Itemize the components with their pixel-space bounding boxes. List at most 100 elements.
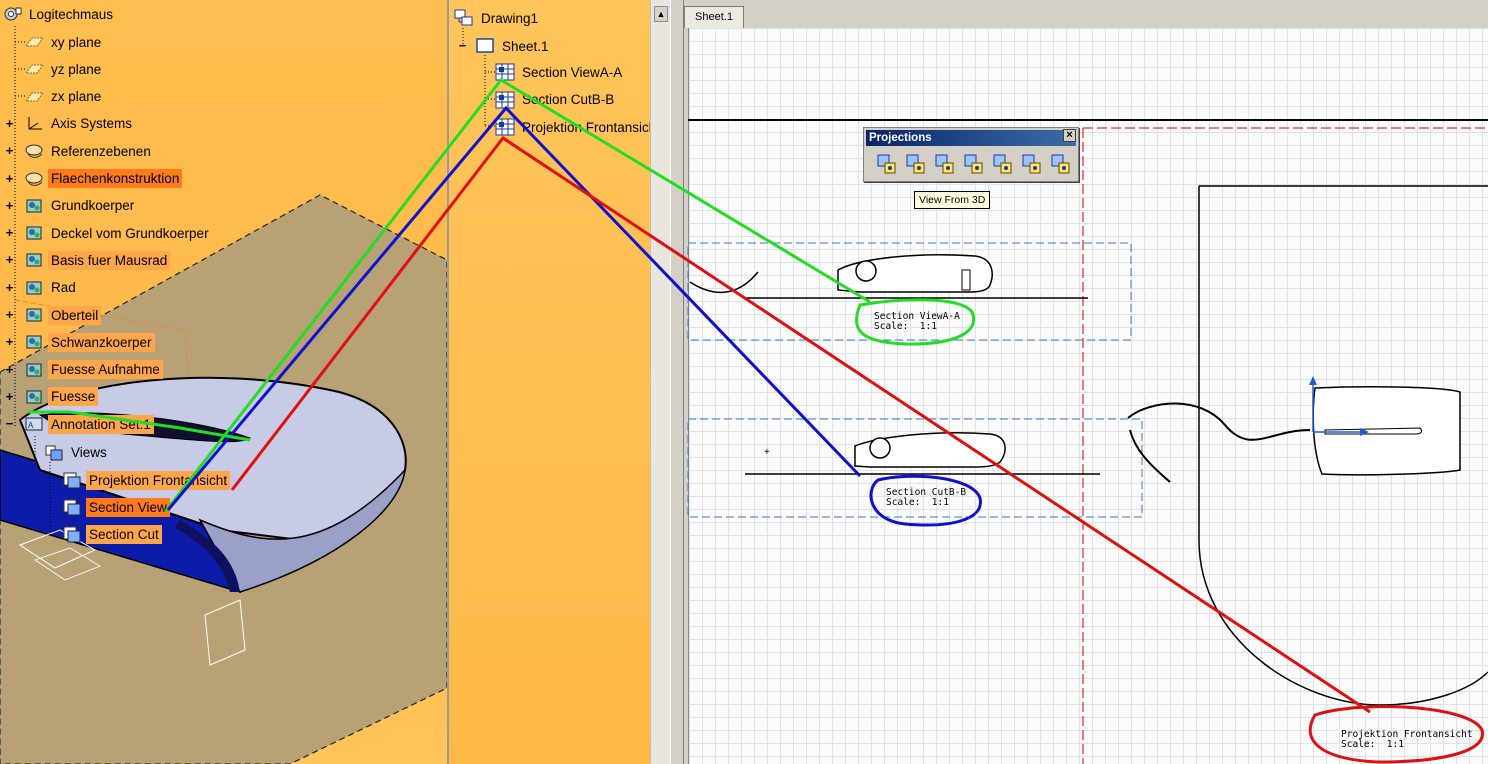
tree-node-grundkoerper[interactable]: Grundkoerper — [24, 195, 137, 217]
tree-view-section-cut[interactable]: Section Cut — [62, 523, 162, 545]
tree-node-basis-fuer-mausrad[interactable]: Basis fuer Mausrad — [24, 249, 171, 271]
view-icon — [62, 498, 82, 516]
tree-expander-toggle[interactable]: + — [4, 308, 15, 321]
tree-expander-toggle[interactable]: + — [4, 281, 15, 294]
view-from-3d-icon[interactable] — [934, 152, 956, 176]
tree-node-label: Schwanzkoerper — [48, 332, 155, 352]
drawing-sheet-node[interactable]: Sheet.1 — [475, 35, 552, 57]
tree-node-fuesse[interactable]: Fuesse — [24, 386, 99, 408]
tree-expander-toggle[interactable]: + — [4, 144, 15, 157]
tree-expander-toggle[interactable]: + — [4, 363, 15, 376]
projections-toolbar[interactable]: Projections × — [863, 127, 1079, 182]
tree-node-label: Annotation Set.1 — [48, 414, 154, 434]
tree-scrollbar[interactable]: ▲ — [650, 0, 670, 764]
tree-node-label: Basis fuer Mausrad — [48, 250, 171, 270]
3d-viewport[interactable]: Logitechmaus xy plane yz plane zx plane + Ax… — [0, 0, 447, 764]
tree-node-label: Rad — [51, 280, 76, 296]
front-view-icon[interactable] — [876, 152, 898, 176]
sheet-collapse-toggle[interactable]: − — [457, 39, 468, 52]
tree-view-label: Section View — [86, 497, 170, 517]
gear-part-icon — [2, 5, 22, 23]
axis-icon — [24, 115, 44, 133]
tree-node-label: Flaechenkonstruktion — [48, 169, 183, 188]
isometric-view-icon[interactable] — [1021, 152, 1043, 176]
tree-node-label: Fuesse — [48, 387, 99, 407]
tree-node-flaechenkonstruktion[interactable]: Flaechenkonstruktion — [24, 168, 183, 190]
tree-node-axis-systems[interactable]: Axis Systems — [24, 113, 135, 135]
geoset-icon — [24, 142, 44, 160]
unfolded-view-icon[interactable] — [905, 152, 927, 176]
tree-node-referenzebenen[interactable]: Referenzebenen — [24, 140, 154, 162]
tree-node-deckel-vom-grundkoerper[interactable]: Deckel vom Grundkoerper — [24, 222, 212, 244]
drawing-view-icon — [495, 118, 515, 136]
views-folder-icon — [44, 443, 64, 461]
body-icon — [24, 333, 44, 351]
body-icon — [24, 251, 44, 269]
tree-node-fuesse-aufnahme[interactable]: Fuesse Aufnahme — [24, 359, 163, 381]
tree-node-oberteil[interactable]: Oberteil — [24, 304, 102, 326]
tree-node-annotation-set-1[interactable]: A Annotation Set.1 — [24, 413, 154, 435]
drawing-sheet-label: Sheet.1 — [502, 38, 549, 54]
tree-node-schwanzkoerper[interactable]: Schwanzkoerper — [24, 331, 155, 353]
tree-node-views-label: Views — [71, 444, 107, 460]
body-icon — [24, 388, 44, 406]
toolbar-close-button[interactable]: × — [1063, 129, 1076, 142]
drawing-root[interactable]: Drawing1 — [454, 7, 541, 29]
tree-view-projektion-frontansicht[interactable]: Projektion Frontansicht — [62, 469, 231, 491]
tree-node-label: Oberteil — [48, 305, 102, 325]
tree-node-label: Referenzebenen — [51, 143, 151, 159]
drawing-icon — [454, 9, 474, 27]
tree-expander-toggle[interactable]: + — [4, 335, 15, 348]
projection-view-icon[interactable] — [963, 152, 985, 176]
plane-icon — [24, 33, 44, 51]
drawing-view-label: Section CutB-B — [522, 92, 615, 107]
tree-root[interactable]: Logitechmaus — [2, 3, 116, 25]
tree-expander-toggle[interactable]: − — [4, 417, 15, 430]
tree-view-label: Projektion Frontansicht — [86, 470, 231, 490]
tree-node-xy-plane[interactable]: xy plane — [24, 31, 104, 53]
body-icon — [24, 306, 44, 324]
view-icon — [62, 471, 82, 489]
section-cut-caption: Section CutB-B Scale: 1:1 — [886, 487, 967, 508]
drawing-view-node[interactable]: Section CutB-B — [495, 89, 617, 111]
sheet-icon — [475, 37, 495, 55]
tree-node-rad[interactable]: Rad — [24, 277, 79, 299]
front-view-caption: Projektion Frontansicht Scale: 1:1 — [1341, 729, 1473, 750]
drawing-canvas[interactable] — [688, 28, 1488, 764]
sheet-tab[interactable]: Sheet.1 — [684, 6, 744, 28]
advanced-front-view-icon[interactable] — [1050, 152, 1072, 176]
drawing-view-label: Projektion Frontansicht — [522, 119, 650, 135]
view-icon — [62, 525, 82, 543]
drawing-tree-panel: Drawing1 − Sheet.1 Section ViewA-A Sectio… — [447, 0, 650, 764]
tree-expander-toggle[interactable]: + — [4, 253, 15, 266]
plane-icon — [24, 88, 44, 106]
drawing-view-node[interactable]: Projektion Frontansicht — [495, 116, 650, 138]
tree-node-yz-plane[interactable]: yz plane — [24, 58, 104, 80]
tree-expander-toggle[interactable]: + — [4, 390, 15, 403]
drawing-view-node[interactable]: Section ViewA-A — [495, 61, 625, 83]
tree-expander-toggle[interactable]: + — [4, 172, 15, 185]
tooltip: View From 3D — [914, 191, 991, 209]
tree-view-label: Section Cut — [86, 524, 162, 544]
toolbar-title[interactable]: Projections — [866, 130, 1076, 146]
tree-node-label: yz plane — [51, 61, 102, 77]
drawing-view-icon — [495, 91, 515, 109]
auxiliary-view-icon[interactable] — [992, 152, 1014, 176]
tree-node-zx-plane[interactable]: zx plane — [24, 86, 104, 108]
tree-node-label: Grundkoerper — [51, 198, 135, 214]
tree-expander-toggle[interactable]: + — [4, 226, 15, 239]
tree-root-label: Logitechmaus — [29, 6, 114, 22]
tree-expander-toggle[interactable]: + — [4, 117, 15, 130]
tree-expander-toggle[interactable]: + — [4, 199, 15, 212]
panel-splitter[interactable] — [670, 0, 684, 764]
tree-node-label: xy plane — [51, 34, 102, 50]
body-icon — [24, 361, 44, 379]
scroll-up-arrow-icon[interactable]: ▲ — [654, 6, 668, 22]
geoset-icon — [24, 170, 44, 188]
body-icon — [24, 279, 44, 297]
tree-node-label: Fuesse Aufnahme — [48, 360, 163, 380]
tree-view-section-view[interactable]: Section View — [62, 496, 170, 518]
drawing-view-label: Section ViewA-A — [522, 64, 623, 80]
tree-node-views[interactable]: Views — [44, 441, 110, 463]
section-view-caption: Section ViewA-A Scale: 1:1 — [874, 311, 960, 332]
